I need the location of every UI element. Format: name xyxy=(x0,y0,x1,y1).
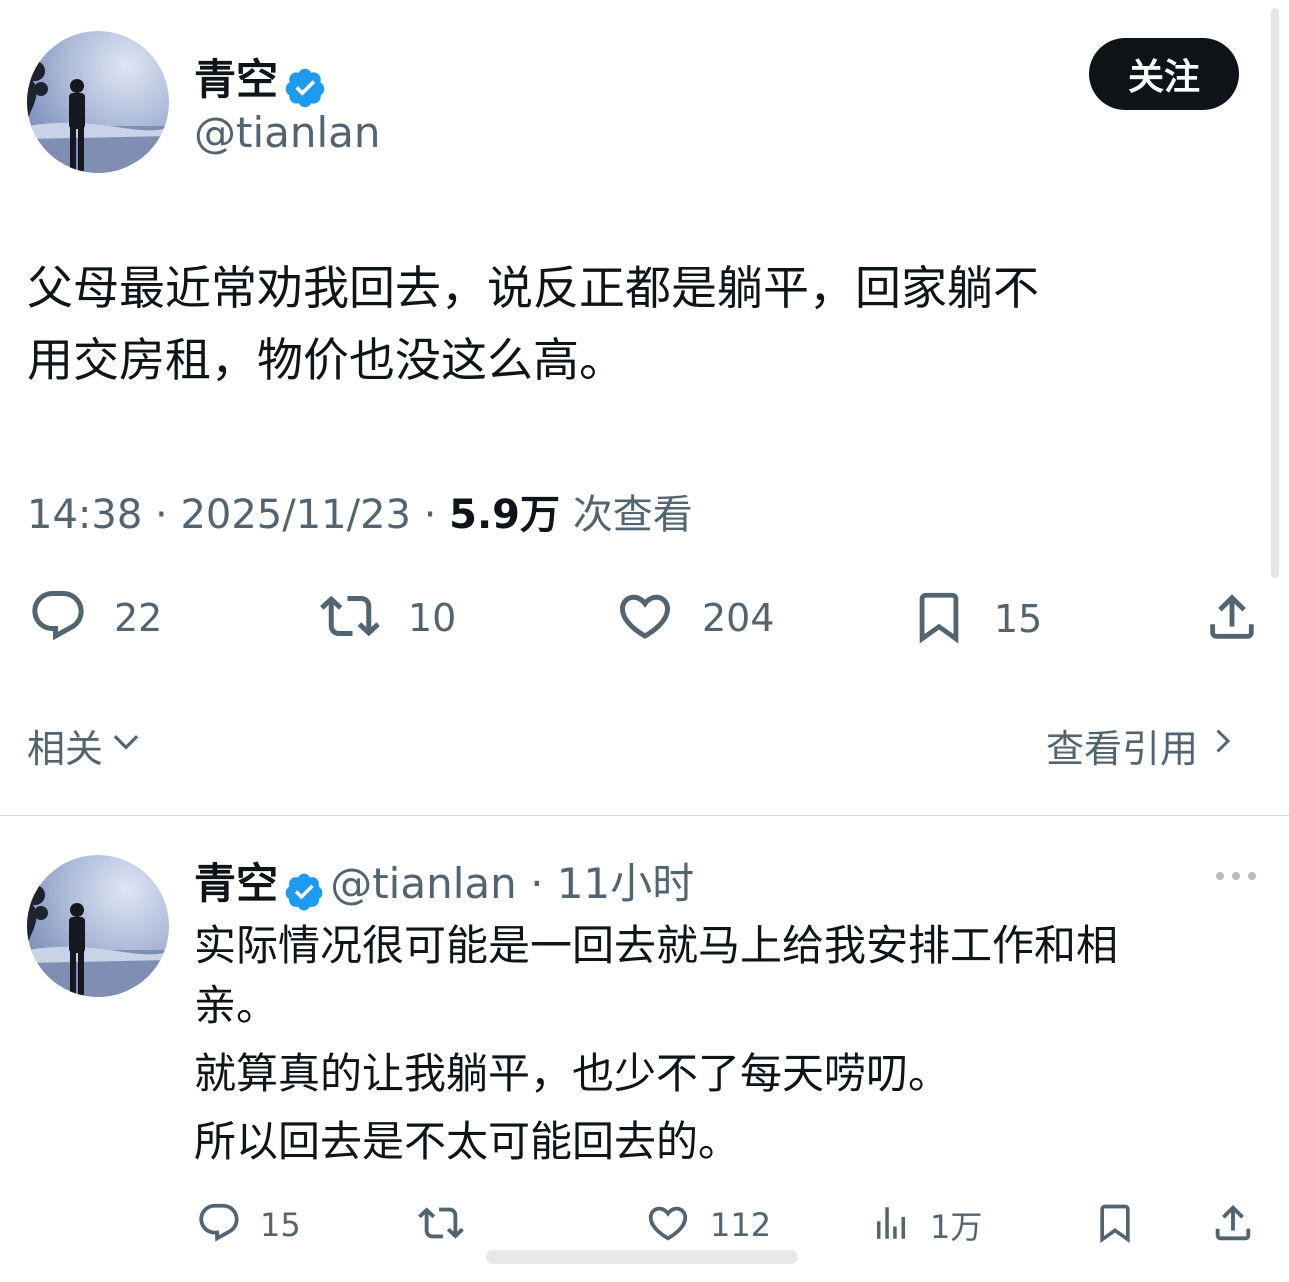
chevron-down-icon xyxy=(107,722,145,769)
share-icon xyxy=(1203,588,1261,650)
verified-badge-icon xyxy=(283,66,327,114)
tweet-time[interactable]: 14:38 xyxy=(27,492,142,538)
view-quotes-link[interactable]: 查看引用 xyxy=(1046,718,1240,773)
views-count: 5.9万 xyxy=(449,492,560,538)
reply-share-button[interactable] xyxy=(1210,1200,1256,1250)
avatar[interactable] xyxy=(27,31,169,173)
reply-like-button[interactable]: 112 xyxy=(644,1200,771,1250)
share-button[interactable] xyxy=(1203,588,1261,650)
views-icon xyxy=(870,1200,912,1250)
reply-reply-button[interactable]: 15 xyxy=(196,1200,301,1250)
reply-avatar[interactable] xyxy=(27,855,169,997)
like-icon xyxy=(644,1200,692,1250)
share-icon xyxy=(1210,1200,1256,1250)
view-quotes-label: 查看引用 xyxy=(1046,727,1199,771)
tweet-date[interactable]: 2025/11/23 xyxy=(180,492,411,538)
tweet-text-line: 用交房租，物价也没这么高。 xyxy=(27,333,625,387)
verified-badge-icon xyxy=(283,871,325,917)
author-name[interactable]: 青空 xyxy=(194,55,278,104)
reply-views-button[interactable]: 1万 xyxy=(870,1200,982,1250)
reply-views-count: 1万 xyxy=(930,1208,983,1246)
retweet-icon xyxy=(318,586,382,650)
reply-icon xyxy=(196,1200,242,1250)
reply-text-line: 所以回去是不太可能回去的。 xyxy=(194,1117,741,1166)
reply-author-handle[interactable]: @tianlan xyxy=(330,859,517,908)
retweet-icon xyxy=(416,1200,466,1250)
related-toggle[interactable]: 相关 xyxy=(27,718,145,773)
follow-button[interactable]: 关注 xyxy=(1089,38,1239,110)
reply-time[interactable]: 11小时 xyxy=(557,859,694,908)
retweet-button[interactable]: 10 xyxy=(318,586,456,650)
scrollbar[interactable] xyxy=(1271,8,1279,578)
tweet-text-line: 父母最近常劝我回去，说反正都是躺平，回家躺不 xyxy=(27,261,1039,315)
reply-bookmark-button[interactable] xyxy=(1093,1198,1137,1252)
bookmark-button[interactable]: 15 xyxy=(910,586,1042,652)
home-indicator[interactable] xyxy=(486,1250,798,1264)
reply-count: 22 xyxy=(114,596,163,640)
related-label: 相关 xyxy=(27,727,104,771)
tweet-meta: 14:38 · 2025/11/23 · 5.9万 次查看 xyxy=(27,492,693,538)
author-handle[interactable]: @tianlan xyxy=(194,108,381,157)
reply-like-count: 112 xyxy=(710,1206,772,1244)
more-options-button[interactable] xyxy=(1214,866,1258,890)
retweet-count: 10 xyxy=(408,596,457,640)
reply-text-line: 实际情况很可能是一回去就马上给我安排工作和相 xyxy=(194,921,1119,970)
like-icon xyxy=(614,586,676,650)
reply-header: 青空 @tianlan · 11小时 xyxy=(194,850,694,917)
reply-retweet-button[interactable] xyxy=(416,1200,466,1250)
reply-button[interactable]: 22 xyxy=(28,586,162,650)
reply-icon xyxy=(28,586,88,650)
bookmark-icon xyxy=(1093,1198,1137,1252)
reply-text-line: 亲。 xyxy=(194,981,279,1030)
like-button[interactable]: 204 xyxy=(614,586,775,650)
like-count: 204 xyxy=(702,596,775,640)
bookmark-icon xyxy=(910,586,968,652)
author-name-row: 青空 xyxy=(194,46,327,114)
reply-author-name[interactable]: 青空 xyxy=(194,859,278,908)
reply-reply-count: 15 xyxy=(260,1206,301,1244)
tweet-text: 父母最近常劝我回去，说反正都是躺平，回家躺不 用交房租，物价也没这么高。 xyxy=(27,252,1267,396)
divider xyxy=(0,815,1289,816)
reply-text: 实际情况很可能是一回去就马上给我安排工作和相 亲。 就算真的让我躺平，也少不了每… xyxy=(194,916,1269,1172)
views-label: 次查看 xyxy=(572,492,693,538)
chevron-right-icon xyxy=(1204,722,1240,769)
more-icon xyxy=(1214,871,1258,890)
reply-text-line: 就算真的让我躺平，也少不了每天唠叨。 xyxy=(194,1049,951,1098)
bookmark-count: 15 xyxy=(994,597,1043,641)
